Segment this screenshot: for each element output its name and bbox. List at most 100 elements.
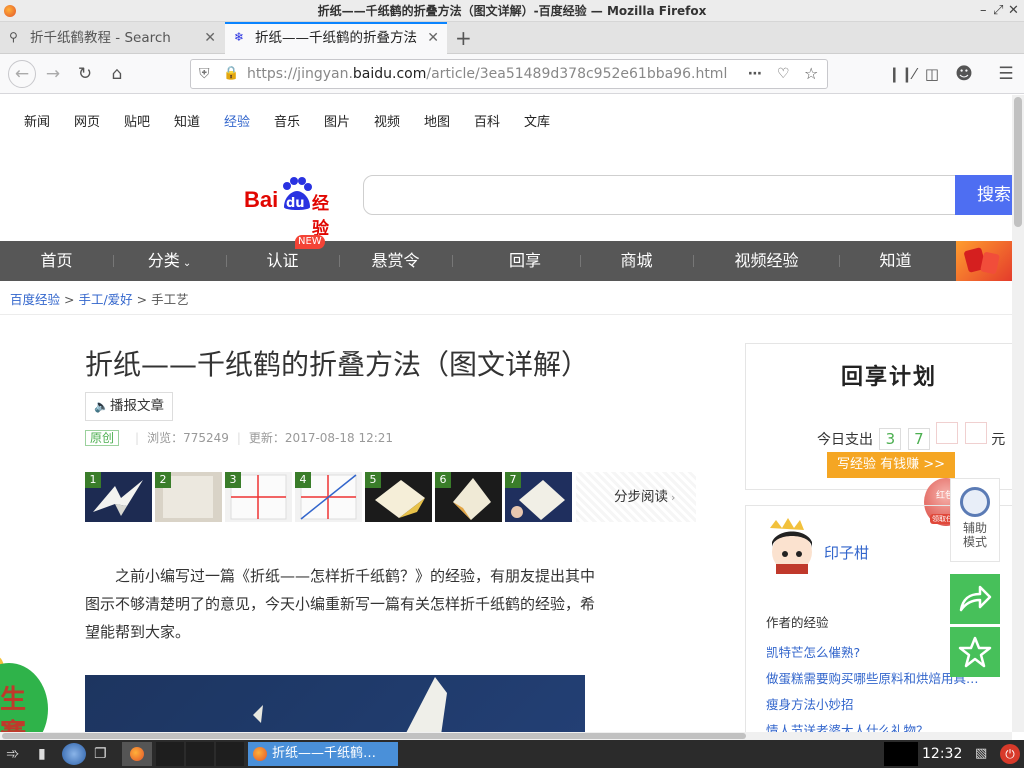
top-link-images[interactable]: 图片 (324, 111, 350, 130)
logo-bai: Bai (244, 187, 279, 212)
breadcrumb-home[interactable]: 百度经验 (10, 292, 60, 307)
breadcrumb: 百度经验 > 手工/爱好 > 手工艺 (10, 289, 189, 308)
menu-zhidao[interactable]: 知道 (839, 241, 952, 281)
step-thumbnail[interactable]: 7 (505, 472, 572, 522)
url-path: /article/3ea51489d378c952e61bba96.html (426, 66, 728, 82)
home-button[interactable]: ⌂ (105, 62, 129, 86)
avatar[interactable] (766, 518, 814, 574)
network-icon[interactable]: ▧ (975, 742, 993, 766)
step-thumbnail[interactable]: 3 (225, 472, 292, 522)
minimize-icon[interactable]: – (980, 0, 987, 22)
top-link-tieba[interactable]: 贴吧 (124, 111, 150, 130)
logo-du: du (286, 196, 305, 211)
close-tab-icon[interactable]: ✕ (204, 22, 216, 54)
promo-gift-icon[interactable] (956, 241, 1012, 281)
star-icon (958, 636, 992, 668)
tray-area (884, 742, 918, 766)
library-icon[interactable]: ❙❙⁄ (888, 62, 916, 86)
top-link-music[interactable]: 音乐 (274, 111, 300, 130)
workspace-3[interactable] (216, 742, 244, 766)
workspace-1[interactable] (156, 742, 184, 766)
page-viewport: 新闻 网页 贴吧 知道 经验 音乐 图片 视频 地图 百科 文库 Bai du … (0, 95, 1012, 732)
read-aloud-button[interactable]: 🔈 播报文章 (85, 392, 173, 421)
taskbar-window-button[interactable]: 折纸——千纸鹤… (248, 742, 398, 766)
divider (0, 314, 1012, 315)
assist-mode-button[interactable]: 辅助模式 (950, 478, 1000, 562)
share-icon (959, 585, 992, 612)
firefox-launcher-icon[interactable] (122, 742, 152, 766)
menu-mall[interactable]: 商城 (580, 241, 693, 281)
spend-digit: 3 (879, 428, 902, 450)
workspace-2[interactable] (186, 742, 214, 766)
account-icon[interactable]: ☻ (952, 62, 976, 86)
daily-spend-line: 今日支出 3 7 元 (817, 422, 1005, 450)
step-thumbnail[interactable]: 5 (365, 472, 432, 522)
step-thumbnail[interactable]: 1 (85, 472, 152, 522)
horizontal-scrollbar[interactable] (0, 732, 1012, 740)
clock[interactable]: 12:32 (922, 740, 962, 768)
files-icon[interactable]: ▮ (38, 742, 58, 766)
close-window-icon[interactable]: ✕ (1008, 0, 1019, 22)
menu-divider (693, 255, 694, 267)
top-link-zhidao[interactable]: 知道 (174, 111, 200, 130)
url-bar[interactable]: ⛨ 🔒 https://jingyan.baidu.com/article/3e… (190, 59, 828, 89)
menu-home[interactable]: 首页 (0, 241, 113, 281)
breadcrumb-current: 手工艺 (151, 292, 189, 307)
favorite-button[interactable] (950, 627, 1000, 677)
forward-button[interactable]: → (41, 62, 65, 86)
tab-strip: ⚲ 折千纸鹤教程 - Search ✕ ❄ 折纸——千纸鹤的折叠方法 ✕ + (0, 22, 1024, 54)
write-earn-button[interactable]: 写经验 有钱赚 >> (827, 452, 955, 478)
globe-icon[interactable] (62, 743, 86, 765)
sidebar-icon[interactable]: ◫ (920, 62, 944, 86)
maximize-icon[interactable]: ⤢ (993, 0, 1003, 22)
search-button[interactable]: 搜索 (955, 175, 1012, 215)
menu-bounty[interactable]: 悬赏令 (339, 241, 452, 281)
meta-divider: | (135, 431, 140, 445)
breadcrumb-category[interactable]: 手工/爱好 (78, 292, 132, 307)
author-name[interactable]: 印子柑 (824, 542, 869, 563)
menu-huixiang[interactable]: 回享 (467, 241, 583, 281)
life-contest-badge[interactable]: 生活 赛 (0, 655, 48, 732)
scrollbar-thumb[interactable] (1014, 97, 1022, 227)
tab-article[interactable]: ❄ 折纸——千纸鹤的折叠方法 ✕ (225, 22, 447, 54)
pocket-icon[interactable]: ♡ (777, 60, 790, 88)
top-link-video[interactable]: 视频 (374, 111, 400, 130)
author-article-link[interactable]: 做蛋糕需要购买哪些原料和烘焙用具呢... (766, 668, 981, 687)
step-read-link[interactable]: 分步阅读 › (576, 472, 696, 522)
power-icon[interactable]: ⏻ (1000, 744, 1020, 764)
menu-category[interactable]: 分类 ⌄ (113, 241, 226, 281)
close-tab-icon[interactable]: ✕ (427, 24, 439, 52)
bookmark-star-icon[interactable]: ☆ (804, 60, 818, 88)
step-thumbnail[interactable]: 2 (155, 472, 222, 522)
top-link-news[interactable]: 新闻 (24, 111, 50, 130)
step-thumbnail[interactable]: 4 (295, 472, 362, 522)
vertical-scrollbar[interactable] (1012, 95, 1024, 732)
author-article-link[interactable]: 凯特芒怎么催熟? (766, 642, 981, 661)
top-link-wenku[interactable]: 文库 (524, 111, 550, 130)
page-actions-icon[interactable]: ⋯ (748, 60, 762, 88)
reload-button[interactable]: ↻ (73, 62, 97, 86)
author-article-link[interactable]: 瘦身方法小妙招 (766, 694, 981, 713)
article-title: 折纸——千纸鹤的折叠方法（图文详解） (85, 348, 590, 381)
author-experiences-heading: 作者的经验 (766, 615, 829, 630)
new-tab-button[interactable]: + (455, 26, 472, 50)
search-input[interactable] (363, 175, 957, 215)
spend-digit: 7 (907, 428, 930, 450)
step-number: 1 (85, 472, 101, 488)
huixiang-title: 回享计划 (841, 364, 938, 390)
menu-video[interactable]: 视频经验 (710, 241, 823, 281)
menu-hamburger-icon[interactable]: ☰ (994, 62, 1018, 86)
logo-jingyan: 经验 (312, 194, 329, 239)
top-link-baike[interactable]: 百科 (474, 111, 500, 130)
top-link-web[interactable]: 网页 (74, 111, 100, 130)
share-button[interactable] (950, 574, 1000, 624)
step-thumbnail[interactable]: 6 (435, 472, 502, 522)
start-menu-icon[interactable]: ➾ (6, 742, 34, 766)
author-article-link[interactable]: 情人节送老婆大人什么礼物？ (766, 720, 981, 732)
back-button[interactable]: ← (8, 60, 36, 88)
tab-search[interactable]: ⚲ 折千纸鹤教程 - Search ✕ (0, 22, 224, 54)
top-link-jingyan[interactable]: 经验 (224, 111, 250, 130)
windows-icon[interactable]: ❐ (94, 742, 116, 766)
top-link-map[interactable]: 地图 (424, 111, 450, 130)
scrollbar-thumb[interactable] (2, 733, 746, 739)
